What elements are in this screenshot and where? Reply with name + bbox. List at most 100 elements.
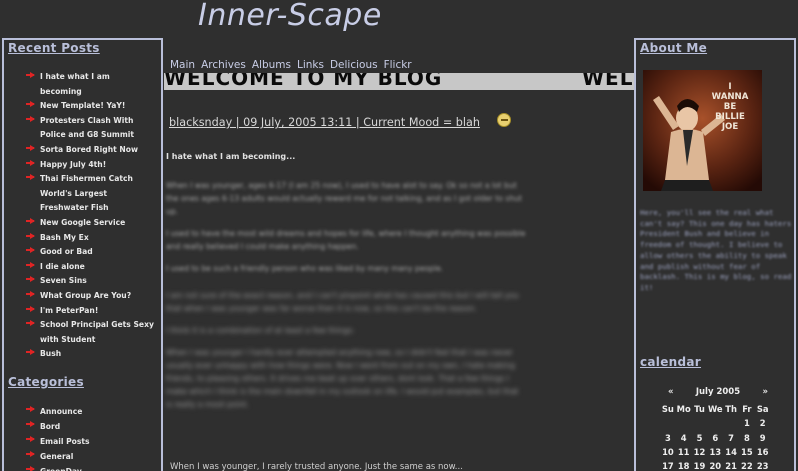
red-arrow-icon: [26, 144, 36, 151]
calendar-day[interactable]: 12: [692, 445, 708, 459]
calendar-day[interactable]: 23: [755, 459, 771, 471]
recent-post-link[interactable]: I'm PeterPan!: [26, 304, 161, 319]
recent-post-link[interactable]: I hate what I am: [26, 70, 161, 85]
red-arrow-icon: [26, 72, 36, 78]
calendar-weekday: Tu: [694, 404, 705, 415]
recent-post-link[interactable]: World's Largest: [26, 187, 161, 202]
calendar-weekday: We: [707, 404, 723, 415]
calendar-day[interactable]: 3: [660, 431, 676, 445]
post-last-line: When I was younger, I rarely trusted any…: [170, 462, 463, 471]
red-arrow-icon: [26, 305, 36, 312]
calendar-day[interactable]: 20: [707, 459, 723, 471]
recent-post-link[interactable]: New Google Service: [26, 216, 161, 231]
calendar-day[interactable]: 1: [739, 416, 755, 430]
recent-post-link[interactable]: School Principal Gets Sexy: [26, 318, 161, 333]
avatar-caption-word: JOE: [721, 122, 739, 132]
recent-post-label: School Principal Gets Sexy: [40, 320, 154, 330]
calendar-day[interactable]: 21: [723, 459, 739, 471]
calendar-next-button[interactable]: »: [763, 387, 769, 397]
recent-post-link[interactable]: Bush: [26, 347, 161, 362]
calendar-day[interactable]: 17: [660, 459, 676, 471]
avatar[interactable]: I WANNA BE BILLIE JOE: [643, 70, 762, 191]
nav-link-flickr[interactable]: Flickr: [384, 59, 412, 71]
red-arrow-icon: [26, 247, 36, 254]
category-label: Bord: [40, 421, 61, 431]
post-paragraph: I used to have the most wild dreams and …: [166, 229, 526, 251]
recent-post-link[interactable]: Seven Sins: [26, 274, 161, 289]
recent-post-link[interactable]: Sorta Bored Right Now: [26, 143, 161, 158]
recent-post-link[interactable]: with Student: [26, 333, 161, 348]
calendar-day[interactable]: 8: [739, 431, 755, 445]
post-paragraphs-1: When I was younger, ages 6-17 (I am 25 n…: [166, 179, 526, 275]
calendar-day[interactable]: 18: [676, 459, 692, 471]
calendar-weekday: Sa: [756, 404, 769, 415]
calendar-day[interactable]: 4: [676, 431, 692, 445]
category-link[interactable]: Email Posts: [26, 434, 161, 449]
post-body: I hate what I am becoming... When I was …: [166, 150, 526, 420]
recent-post-link[interactable]: Happy July 4th!: [26, 158, 161, 173]
post-paragraph: I am not sure of the exact reason, and I…: [166, 291, 519, 313]
category-link[interactable]: Announce: [26, 404, 161, 419]
calendar-day[interactable]: 9: [755, 431, 771, 445]
post-header-link[interactable]: blacksnday | 09 July, 2005 13:11 | Curre…: [169, 116, 480, 129]
recent-post-label: Happy July 4th!: [40, 159, 107, 169]
calendar-day[interactable]: 14: [723, 445, 739, 459]
nav-link-albums[interactable]: Albums: [252, 59, 291, 71]
avatar-caption-word: BILLIE: [715, 112, 745, 122]
recent-post-link[interactable]: Police and G8 Summit: [26, 128, 161, 143]
calendar-empty-cell: [723, 416, 739, 430]
recent-post-link[interactable]: What Group Are You?: [26, 289, 161, 304]
avatar-caption-word: BE: [723, 102, 737, 112]
calendar-prev-button[interactable]: «: [668, 387, 674, 397]
red-arrow-icon: [26, 405, 36, 412]
recent-post-link[interactable]: I die alone: [26, 260, 161, 275]
post-paragraph: When I was younger, ages 6-17 (I am 25 n…: [166, 181, 522, 216]
site-title[interactable]: Inner-Scape: [198, 0, 382, 33]
calendar-day[interactable]: 15: [739, 445, 755, 459]
recent-post-link[interactable]: Thai Fishermen Catch: [26, 172, 161, 187]
red-arrow-icon: [26, 420, 36, 427]
calendar-day[interactable]: 5: [692, 431, 708, 445]
about-me-text: Here, you'll see the real what can't say…: [640, 208, 792, 292]
recent-post-link[interactable]: Protesters Clash With: [26, 114, 161, 129]
banner-text-repeat: WELC: [582, 73, 634, 90]
recent-post-label: Good or Bad: [40, 247, 93, 257]
calendar-weekday: Th: [725, 404, 737, 415]
nav-link-delicious[interactable]: Delicious: [330, 59, 378, 71]
calendar-day[interactable]: 11: [676, 445, 692, 459]
nav-link-links[interactable]: Links: [297, 59, 324, 71]
recent-post-label: Sorta Bored Right Now: [40, 144, 138, 154]
avatar-caption: I WANNA BE BILLIE JOE: [710, 82, 750, 132]
categories-heading: Categories: [8, 374, 84, 389]
category-link[interactable]: General: [26, 449, 161, 464]
avatar-caption-word: WANNA: [711, 92, 749, 102]
calendar-day[interactable]: 22: [739, 459, 755, 471]
calendar-day[interactable]: 13: [707, 445, 723, 459]
red-arrow-icon: [26, 174, 36, 181]
calendar-day[interactable]: 16: [755, 445, 771, 459]
calendar-weekday: Fr: [742, 404, 752, 415]
calendar-day[interactable]: 19: [692, 459, 708, 471]
nav-link-archives[interactable]: Archives: [201, 59, 246, 71]
category-link[interactable]: GreenDay: [26, 464, 161, 471]
category-link[interactable]: Bord: [26, 419, 161, 434]
red-arrow-icon: [26, 450, 36, 457]
recent-post-link[interactable]: Bash My Ex: [26, 231, 161, 246]
red-arrow-icon: [26, 232, 36, 239]
calendar-day[interactable]: 6: [707, 431, 723, 445]
recent-post-link[interactable]: Freshwater Fish: [26, 201, 161, 216]
recent-post-label: New Google Service: [40, 217, 126, 227]
red-arrow-icon: [26, 115, 36, 122]
recent-post-link[interactable]: becoming: [26, 85, 161, 100]
recent-post-label: Bash My Ex: [40, 232, 89, 242]
recent-post-link[interactable]: Good or Bad: [26, 245, 161, 260]
recent-post-link[interactable]: New Template! YaY!: [26, 99, 161, 114]
nav-link-main[interactable]: Main: [170, 59, 195, 71]
welcome-banner: WELCOME TO MY BLOG WELC: [164, 73, 634, 90]
calendar-day[interactable]: 2: [755, 416, 771, 430]
recent-post-label: I'm PeterPan!: [40, 305, 99, 315]
banner-text: WELCOME TO MY BLOG: [164, 73, 443, 90]
calendar-day[interactable]: 7: [723, 431, 739, 445]
recent-posts-heading: Recent Posts: [8, 41, 100, 55]
calendar-day[interactable]: 10: [660, 445, 676, 459]
